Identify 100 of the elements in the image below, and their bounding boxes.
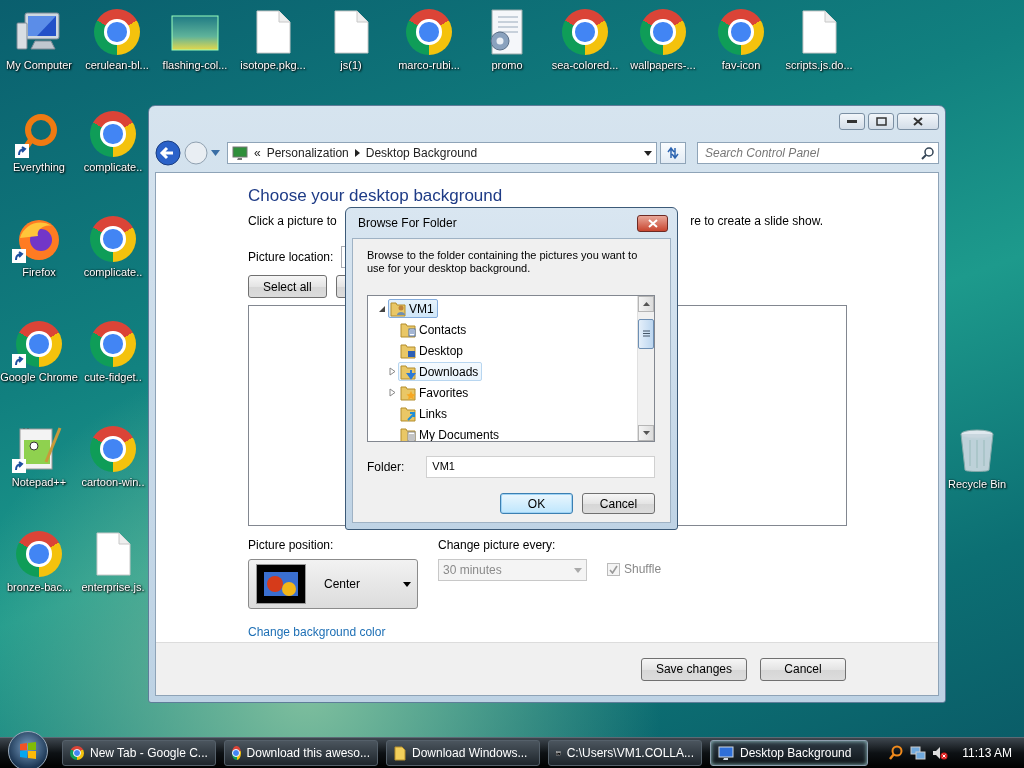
blank-file-icon [801,10,837,54]
desktop-icon-label[interactable]: Everything [13,160,65,175]
desktop-icon-label[interactable]: fav-icon [721,58,761,73]
chrome-icon [90,216,136,262]
maximize-button[interactable] [868,113,894,130]
history-dropdown-icon[interactable] [211,150,220,156]
save-button[interactable]: Save changes [640,657,747,681]
folder-tree-item[interactable]: Links [398,404,451,423]
chrome-icon [90,321,136,367]
chrome-icon [16,531,62,577]
shuffle-label: Shuffle [624,562,662,576]
ok-button[interactable]: OK [500,493,573,514]
folder-tree-item[interactable]: Favorites [398,383,473,402]
taskbar-button[interactable]: Desktop Background [710,740,868,766]
expand-arrow-icon[interactable] [378,304,387,313]
scrollbar[interactable] [637,296,654,441]
folder-field[interactable]: VM1 [426,456,655,478]
breadcrumb-item[interactable]: Personalization [266,146,349,160]
start-button[interactable] [8,731,48,768]
desktop-icon-label[interactable]: complicate.. [83,265,143,280]
scroll-down-button[interactable] [638,425,654,441]
desktop-icon-label[interactable]: cerulean-bl... [85,58,149,73]
search-field[interactable]: Search Control Panel [697,142,939,164]
notepad-icon [16,426,62,472]
desktop-icon-label[interactable]: js(1) [340,58,362,73]
chrome-icon [16,321,62,367]
dropdown-arrow-icon [403,581,411,587]
change-picture-label: Change picture every: [438,538,557,552]
close-icon [913,117,923,126]
chrome-icon [232,746,241,760]
close-button[interactable] [637,214,668,232]
blank-file-icon [333,10,369,54]
breadcrumb-item[interactable]: Desktop Background [365,146,478,160]
breadcrumb-overflow[interactable]: « [254,146,261,160]
grip-icon [642,330,650,337]
desktop-icon-label[interactable]: sea-colored... [551,58,619,73]
desktop-icon-label[interactable]: complicate.. [83,160,143,175]
desktop-icon-label[interactable]: Notepad++ [11,475,67,490]
folder-tree-item[interactable]: Desktop [398,341,468,360]
dialog-title: Browse For Folder [358,216,457,230]
four-pane-flag-icon [19,742,37,760]
taskbar-button[interactable]: C:\Users\VM1.COLLA... [548,740,702,766]
desktop-folder-icon [400,342,416,359]
taskbar-button[interactable]: New Tab - Google C... [62,740,216,766]
desktop-icon-label[interactable]: Google Chrome [0,370,78,385]
scroll-up-button[interactable] [638,296,654,312]
links-folder-icon [400,405,416,422]
desktop-icon-label[interactable]: scripts.js.do... [785,58,853,73]
breadcrumb-arrow-icon[interactable] [354,149,360,157]
close-icon [647,218,658,228]
minimize-icon [847,119,857,124]
address-bar[interactable]: « Personalization Desktop Background [227,142,657,164]
search-icon[interactable] [921,147,934,160]
folder-tree-item[interactable]: Contacts [398,320,471,339]
clock[interactable]: 11:13 AM [962,746,1012,760]
monitor-icon [232,145,248,161]
chrome-icon [718,9,764,55]
desktop-icon-label[interactable]: cute-fidget.. [84,370,142,385]
folder-tree-item[interactable]: Downloads [398,362,483,381]
cancel-button[interactable]: Cancel [582,493,655,514]
dialog-description: Browse to the folder containing the pictures you want to use for your desktop background. [367,249,639,275]
contacts-folder-icon [400,321,416,338]
maximize-icon [875,117,887,126]
instruction-text: re to create a slide show. [690,213,823,229]
refresh-arrows-icon [666,146,680,160]
desktop-icon-label[interactable]: wallpapers-... [630,58,696,73]
change-color-link[interactable]: Change background color [248,625,386,639]
folder-tree-item[interactable]: VM1 [388,299,438,318]
monitor-icon [718,745,734,761]
close-button[interactable] [897,113,939,130]
select-all-button[interactable]: Select all [248,275,327,298]
desktop-icon-label[interactable]: isotope.pkg... [240,58,306,73]
picture-position-label: Picture position: [248,538,335,552]
taskbar-button[interactable]: Download Windows... [386,740,540,766]
desktop-icon-label[interactable]: My Computer [6,58,72,73]
cancel-button[interactable]: Cancel [760,657,846,681]
picture-position-dropdown[interactable]: Center [248,559,418,609]
minimize-button[interactable] [839,113,865,130]
user-folder-icon [390,300,406,317]
scroll-thumb[interactable] [638,318,654,349]
dropdown-arrow-icon[interactable] [644,150,652,156]
search-icon[interactable] [888,745,905,761]
network-icon[interactable] [910,745,927,761]
muted-speaker-icon[interactable] [932,745,949,761]
folder-tree-item[interactable]: My Documents [398,425,504,441]
chrome-icon [90,426,136,472]
favorites-folder-icon [400,384,416,401]
photo-placeholder [256,564,306,604]
folder-label: Folder: [367,460,405,474]
desktop-icon-label[interactable]: marco-rubi... [398,58,460,73]
taskbar-button[interactable]: Download this aweso... [224,740,378,766]
back-button[interactable] [155,140,181,166]
up-arrow-icon [642,302,650,306]
blank-file-icon [255,10,291,54]
desktop-icon-label[interactable]: Recycle Bin [947,477,1007,492]
desktop-icon-label[interactable]: promo [491,58,523,73]
desktop-icon-label[interactable]: Firefox [22,265,56,280]
desktop-icon-label[interactable]: flashing-col... [162,58,228,73]
folder-icon [394,745,406,761]
refresh-button[interactable] [660,142,686,164]
